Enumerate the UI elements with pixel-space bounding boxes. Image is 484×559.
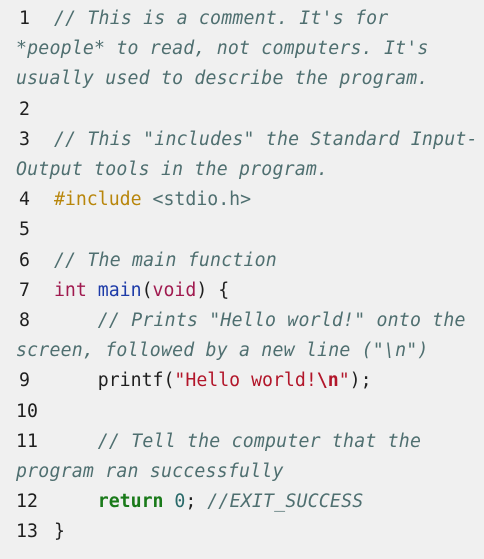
param-keyword: void [152,279,197,301]
function-name: main [97,279,142,301]
line-number: 10 [16,400,38,422]
line-number: 1 [19,8,30,29]
line-number: 11 [16,430,38,452]
code-line-12: 12 return 0; //EXIT_SUCCESS [0,487,484,517]
preprocessor-directive: #include [53,189,142,211]
statement-end: ); [349,370,372,392]
code-line-1: 1 // This is a comment. It's for *people… [0,4,484,95]
return-value: 0 [174,491,186,513]
line-number: 5 [19,219,30,241]
code-comment: // This "includes" the Standard Input-Ou… [16,128,478,181]
code-line-11: 11 // Tell the computer that the program… [0,427,484,487]
line-number: 7 [19,279,30,301]
line-number: 12 [16,491,38,513]
code-line-9: 9 printf("Hello world!\n"); [0,366,484,396]
function-call: printf( [97,370,175,392]
code-line-4: 4 #include <stdio.h> [0,185,484,215]
string-close: " [338,370,350,392]
line-number: 6 [19,249,30,271]
code-line-13: 13 } [0,517,484,547]
code-comment: // The main function [53,249,277,271]
line-number: 13 [16,521,38,543]
function-open: ) { [196,279,230,301]
string-literal: "Hello world! [174,370,317,392]
code-line-3: 3 // This "includes" the Standard Input-… [0,125,484,185]
line-number: 2 [19,98,30,120]
code-line-5: 5 [0,215,484,245]
open-paren: ( [141,279,153,301]
line-number: 3 [19,128,30,150]
type-keyword: int [53,279,87,301]
code-line-10: 10 [0,397,484,427]
escape-sequence: \n [316,370,339,392]
line-number: 4 [19,189,30,211]
code-editor[interactable]: 1 // This is a comment. It's for *people… [0,0,484,559]
code-line-8: 8 // Prints "Hello world!" onto the scre… [0,306,484,366]
code-line-7: 7 int main(void) { [0,276,484,306]
line-number: 9 [19,370,30,392]
semicolon: ; [185,491,197,513]
line-number: 8 [19,310,30,332]
code-comment: //EXIT_SUCCESS [207,491,364,513]
closing-brace: } [53,521,65,543]
return-keyword: return [97,491,164,513]
include-header: <stdio.h> [152,189,252,211]
code-line-6: 6 // The main function [0,246,484,276]
code-line-2: 2 [0,95,484,125]
code-comment: // This is a comment. It's for *people* … [16,8,440,90]
